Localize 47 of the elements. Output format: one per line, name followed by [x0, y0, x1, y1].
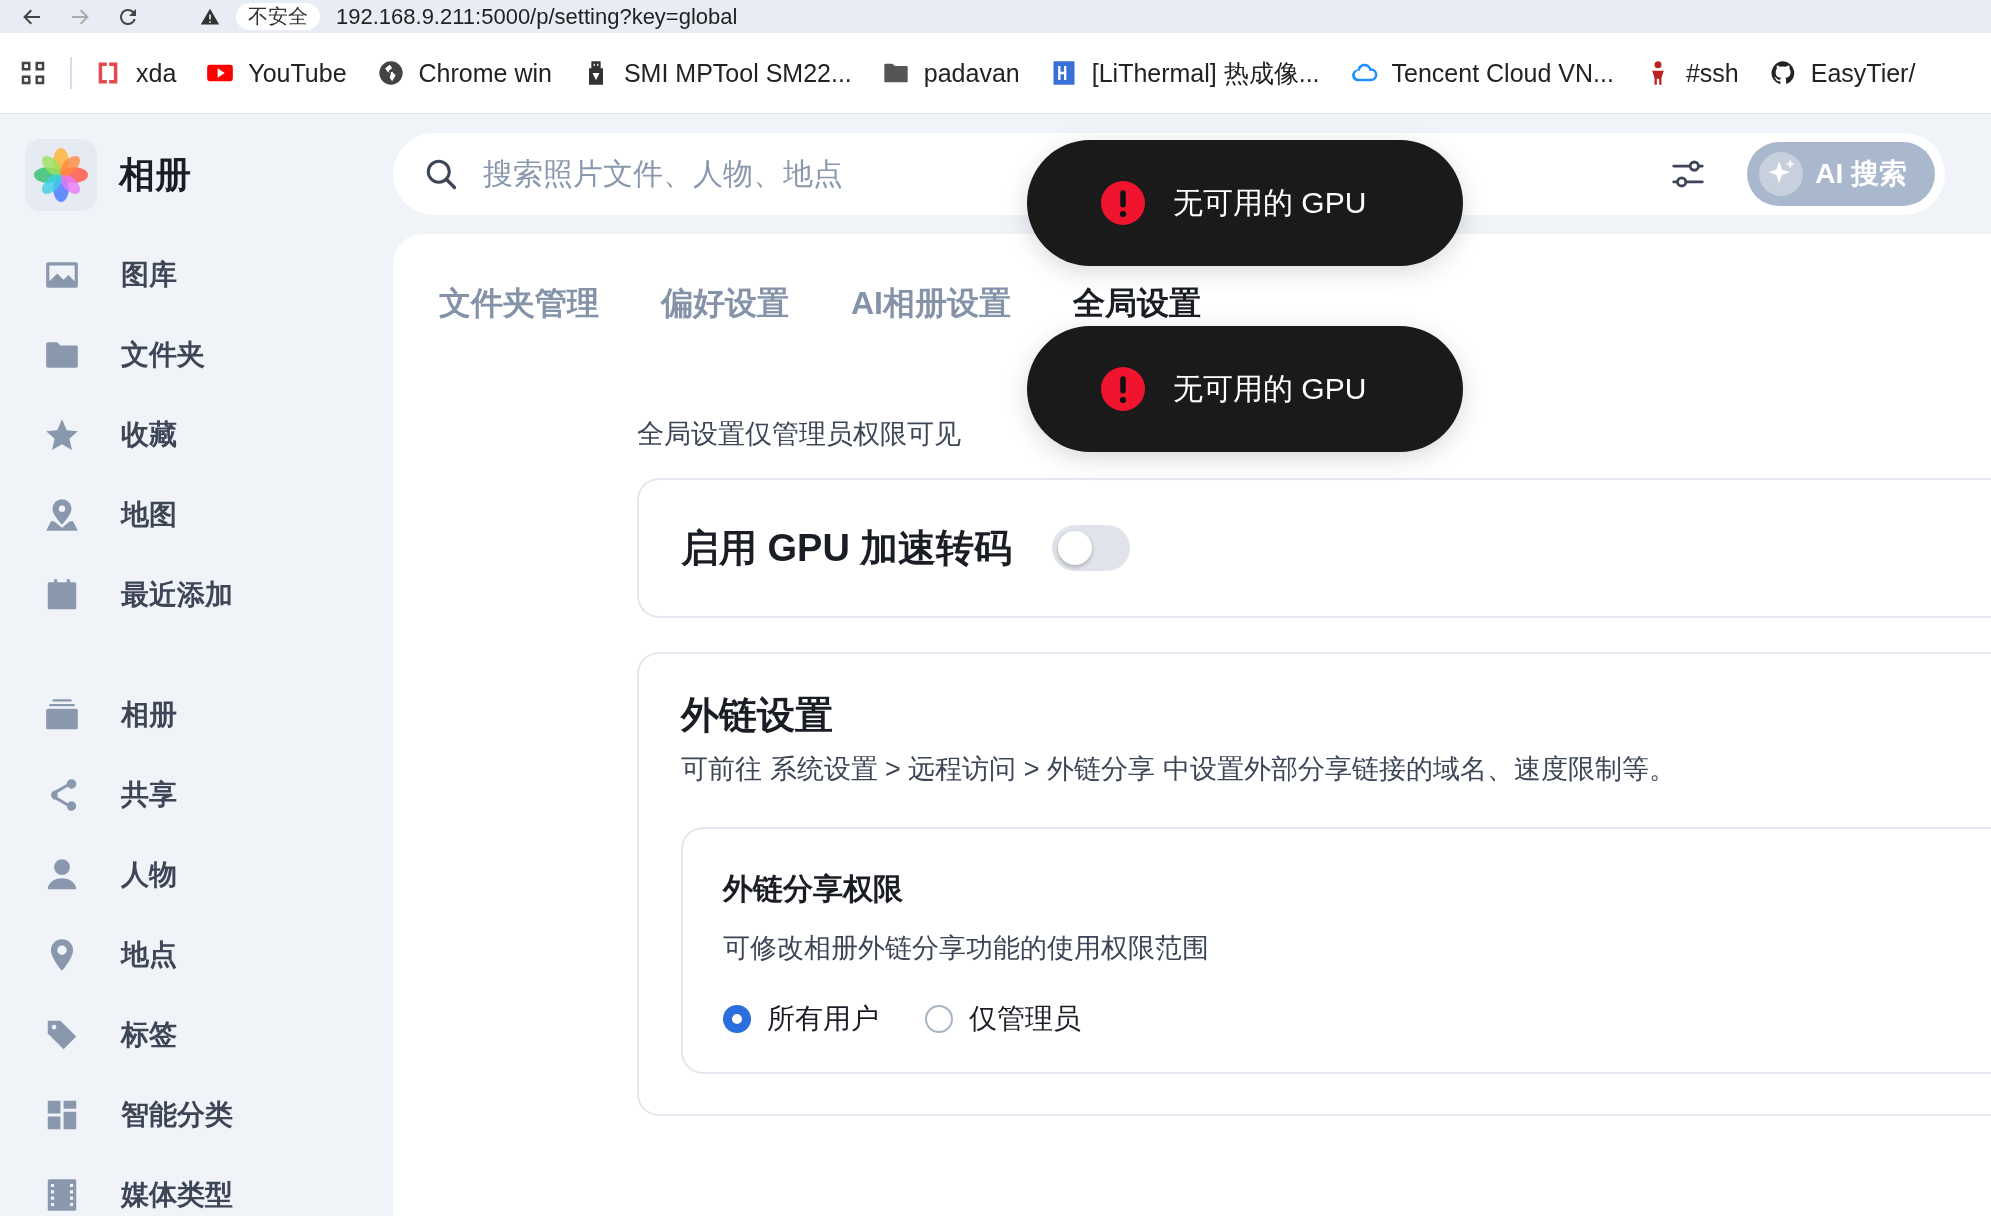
- card-description: 可前往 系统设置 > 远程访问 > 外链分享 中设置外部分享链接的域名、速度限制等。: [681, 753, 1677, 786]
- sidebar-item[interactable]: 图库: [25, 235, 393, 315]
- url-text: 192.168.9.211:5000/p/setting?key=global: [336, 3, 738, 30]
- sidebar-item[interactable]: 地图: [25, 475, 393, 555]
- security-label: 不安全: [236, 3, 320, 30]
- error-icon: [1101, 367, 1145, 411]
- permission-description: 可修改相册外链分享功能的使用权限范围: [723, 932, 1210, 965]
- bookmark-link[interactable]: SMI MPTool SM22...: [581, 58, 852, 88]
- app-title: 相册: [119, 152, 191, 197]
- option-label: 所有用户: [767, 1002, 879, 1036]
- sidebar-item[interactable]: 收藏: [25, 395, 393, 475]
- globe-icon: [376, 59, 405, 87]
- sparkle-icon: [1759, 152, 1804, 196]
- bookmark-link[interactable]: EasyTier/: [1768, 58, 1916, 88]
- bookmark-link[interactable]: [LiThermal] 热成像...: [1049, 56, 1320, 90]
- bookmark-link[interactable]: Chrome win: [376, 58, 552, 88]
- admin-note: 全局设置仅管理员权限可见: [637, 418, 962, 451]
- permission-option[interactable]: 仅管理员: [925, 1000, 1081, 1038]
- option-label: 仅管理员: [969, 1002, 1081, 1036]
- bookmark-link[interactable]: #ssh: [1643, 58, 1739, 88]
- sidebar-item[interactable]: 共享: [25, 755, 393, 835]
- sidebar-item[interactable]: 标签: [25, 995, 393, 1075]
- radio-button[interactable]: [723, 1005, 751, 1033]
- github-icon: [1768, 59, 1797, 87]
- sidebar-item[interactable]: 文件夹: [25, 315, 393, 395]
- error-toast: 无可用的 GPU: [1027, 140, 1463, 266]
- sidebar-item[interactable]: 最近添加: [25, 555, 393, 635]
- sidebar-item[interactable]: 相册: [25, 675, 393, 755]
- error-toast: 无可用的 GPU: [1027, 326, 1463, 452]
- bookmark-link[interactable]: xda: [94, 58, 177, 88]
- map-pin-icon: [43, 496, 81, 534]
- address-field[interactable]: 不安全 192.168.9.211:5000/p/setting?key=global: [184, 1, 754, 32]
- sidebar-item[interactable]: 人物: [25, 835, 393, 915]
- error-icon: [1101, 181, 1145, 225]
- card-title: 外链设置: [681, 693, 834, 738]
- bookmark-link[interactable]: YouTube: [206, 58, 347, 88]
- bookmark-link[interactable]: padavan: [881, 58, 1020, 88]
- sidebar-item[interactable]: 地点: [25, 915, 393, 995]
- gpu-toggle[interactable]: [1052, 525, 1131, 571]
- permission-option[interactable]: 所有用户: [723, 1000, 879, 1038]
- bookmark-link[interactable]: Tencent Cloud VN...: [1349, 58, 1614, 88]
- sidebar-item[interactable]: 智能分类: [25, 1075, 393, 1155]
- permission-title: 外链分享权限: [723, 871, 904, 907]
- radio-button[interactable]: [925, 1005, 953, 1033]
- flower-logo-icon: [25, 139, 97, 211]
- gpu-transcode-label: 启用 GPU 加速转码: [681, 525, 1013, 571]
- sidebar-item[interactable]: 媒体类型: [25, 1155, 393, 1216]
